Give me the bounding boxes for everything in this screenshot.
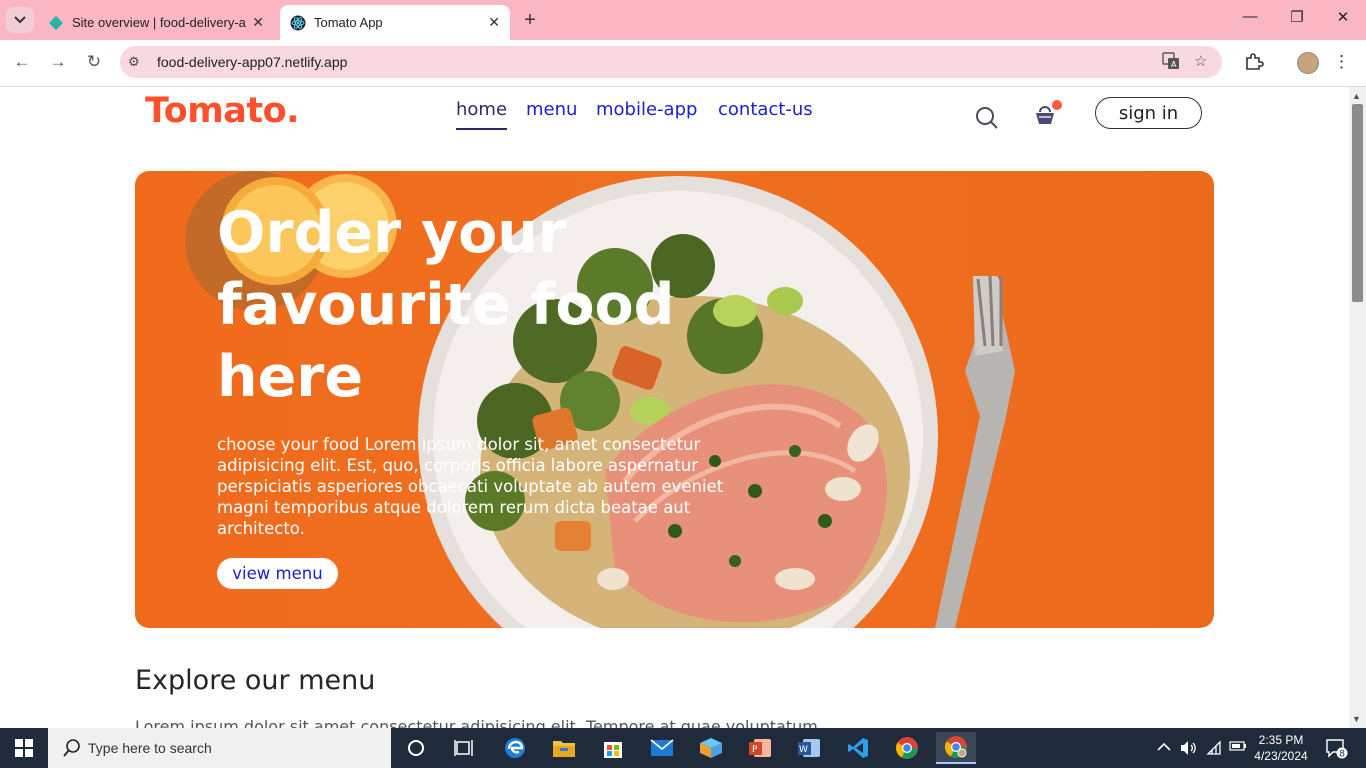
url-text[interactable]: food-delivery-app07.netlify.app [157,54,347,70]
search-icon[interactable] [975,106,999,135]
hero-banner: Order your favourite food here choose yo… [135,171,1214,628]
explore-menu-heading: Explore our menu [135,665,376,696]
close-tab-icon[interactable]: ✕ [252,14,264,31]
clock-time: 2:35 PM [1258,733,1304,747]
microsoft-store-icon[interactable] [593,732,633,764]
scroll-up-arrow-icon[interactable]: ▲ [1352,91,1361,101]
chrome-icon[interactable] [887,732,927,764]
more-menu-icon[interactable]: ⋮ [1333,52,1350,72]
vscode-icon[interactable] [838,732,878,764]
chevron-down-icon [14,16,26,24]
windows-logo-icon [15,739,33,757]
back-button[interactable]: ← [10,52,34,72]
netlify-icon [49,15,63,30]
mail-icon[interactable] [642,732,682,764]
new-tab-button[interactable]: + [518,9,542,32]
react-icon [290,15,306,30]
search-icon [63,739,80,757]
hero-description: choose your food Lorem ipsum dolor sit, … [217,435,724,538]
browser-tab-site-overview[interactable]: Site overview | food-delivery-a ✕ [38,5,274,40]
cart-indicator-dot [1052,100,1062,110]
chrome-profile-icon[interactable] [936,732,976,764]
browser-tab-tomato-app[interactable]: Tomato App ✕ [280,5,510,40]
nav-contact-us[interactable]: contact-us [718,99,813,120]
nav-home[interactable]: home [456,99,508,130]
taskbar-search-placeholder: Type here to search [88,740,212,756]
windows-taskbar: Type here to search P W 2:35 PM 4/23/202… [0,728,1366,768]
forward-button[interactable]: → [46,52,70,72]
minimize-button[interactable]: — [1230,8,1270,25]
svg-text:P: P [752,745,758,755]
show-hidden-icons-chevron-up-icon[interactable] [1157,740,1171,755]
cortana-icon[interactable] [396,732,436,764]
bookmark-star-icon[interactable]: ☆ [1194,52,1207,70]
site-settings-icon[interactable]: ⚙ [128,54,140,70]
extensions-icon[interactable] [1244,52,1264,77]
close-window-button[interactable]: ✕ [1323,8,1363,26]
powerpoint-icon[interactable]: P [740,732,780,764]
notification-count: 8 [1339,750,1345,760]
sign-in-button[interactable]: sign in [1095,97,1202,129]
nav-mobile-app[interactable]: mobile-app [596,99,697,120]
svg-text:W: W [799,745,808,755]
network-icon[interactable] [1206,740,1222,759]
task-view-icon[interactable] [444,732,484,764]
svg-text:A: A [1171,60,1177,69]
address-bar[interactable]: ⚙ food-delivery-app07.netlify.app A ☆ [120,46,1222,78]
close-tab-icon[interactable]: ✕ [488,14,500,31]
translate-icon[interactable]: A [1162,52,1180,74]
word-icon[interactable]: W [789,732,829,764]
edge-browser-icon[interactable] [495,732,535,764]
browser-toolbar: ← → ↻ ⚙ food-delivery-app07.netlify.app … [0,40,1366,87]
taskbar-search-box[interactable]: Type here to search [48,728,391,768]
explore-menu-description: Lorem ipsum dolor sit amet consectetur a… [135,717,818,728]
clock-date: 4/23/2024 [1254,749,1308,763]
nav-menu[interactable]: menu [526,99,577,120]
windows-start-button[interactable] [0,728,48,768]
cart-basket-icon[interactable] [1034,100,1062,131]
tab-title: Site overview | food-delivery-a [72,15,246,30]
system-clock[interactable]: 2:35 PM 4/23/2024 [1245,732,1317,764]
app-package-icon[interactable] [691,732,731,764]
profile-avatar[interactable] [1297,52,1319,74]
site-logo[interactable]: Tomato. [145,91,299,131]
hero-title: Order your favourite food here [217,200,675,410]
scrollbar-thumb[interactable] [1352,104,1363,302]
volume-icon[interactable] [1180,740,1198,759]
view-menu-button[interactable]: view menu [217,558,338,589]
notification-center-icon[interactable]: 8 [1326,739,1348,764]
browser-tab-bar: Site overview | food-delivery-a ✕ Tomato… [0,0,1366,40]
reload-button[interactable]: ↻ [82,52,106,72]
scroll-down-arrow-icon[interactable]: ▼ [1352,714,1361,724]
tab-title: Tomato App [314,15,383,30]
restore-button[interactable]: ❐ [1277,8,1317,26]
file-explorer-icon[interactable] [544,732,584,764]
page-viewport: Tomato. home menu mobile-app contact-us … [0,87,1349,728]
tab-search-button[interactable] [6,7,34,33]
